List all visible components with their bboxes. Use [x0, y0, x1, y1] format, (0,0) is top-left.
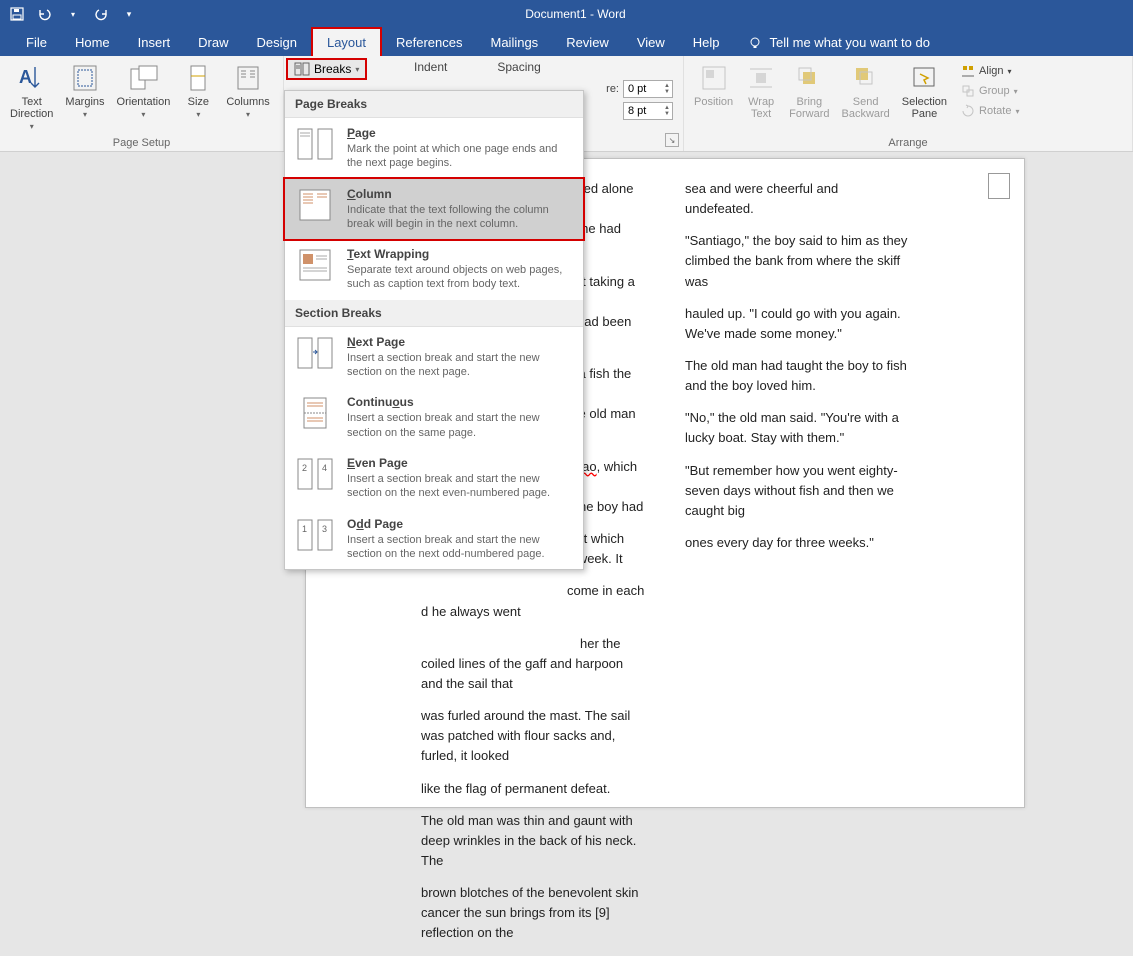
spinner-arrows-icon[interactable]: ▲▼ [664, 83, 670, 95]
undo-dropdown-icon[interactable]: ▾ [64, 5, 82, 23]
columns-button[interactable]: Columns ▾ [224, 60, 271, 121]
align-button[interactable]: Align ▾ [957, 62, 1023, 80]
rotate-button: Rotate ▾ [957, 102, 1023, 120]
section-breaks-header: Section Breaks [285, 300, 583, 327]
svg-text:A: A [19, 67, 32, 87]
svg-text:2: 2 [302, 463, 307, 473]
svg-text:1: 1 [302, 524, 307, 534]
breaks-dropdown: Page Breaks Page Mark the point at which… [284, 90, 584, 570]
text-direction-button[interactable]: A Text Direction ▾ [8, 60, 55, 133]
qat-customize-icon[interactable]: ▾ [120, 5, 138, 23]
spacing-before-label: re: [606, 83, 619, 95]
tab-home[interactable]: Home [61, 29, 124, 56]
next-page-break-icon [295, 335, 335, 371]
paragraph-dialog-launcher[interactable]: ↘ [665, 133, 679, 147]
text-wrapping-break-icon [295, 247, 335, 283]
page-break-icon [295, 126, 335, 162]
size-button[interactable]: Size ▾ [180, 60, 216, 121]
chevron-down-icon: ▾ [196, 110, 200, 119]
text-wrapping-break-title: Text Wrapping [347, 247, 573, 261]
chevron-down-icon: ▾ [83, 110, 87, 119]
tab-design[interactable]: Design [243, 29, 311, 56]
svg-text:3: 3 [322, 524, 327, 534]
tab-draw[interactable]: Draw [184, 29, 242, 56]
odd-page-break-icon: 13 [295, 517, 335, 553]
chevron-down-icon: ▾ [246, 110, 250, 119]
position-button: Position [692, 60, 735, 110]
page-breaks-header: Page Breaks [285, 91, 583, 118]
group-label-arrange: Arrange [692, 135, 1124, 149]
page-break-title: Page [347, 126, 573, 140]
group-page-setup: A Text Direction ▾ Margins ▾ Orientation… [0, 56, 284, 151]
document-title: Document1 - Word [138, 7, 1013, 21]
tab-mailings[interactable]: Mailings [477, 29, 553, 56]
ribbon-tabs: File Home Insert Draw Design Layout Refe… [0, 28, 1133, 56]
break-continuous-item[interactable]: Continuous Insert a section break and st… [285, 387, 583, 448]
tab-insert[interactable]: Insert [124, 29, 185, 56]
indent-label: Indent [414, 60, 447, 74]
redo-icon[interactable] [92, 5, 110, 23]
lightbulb-icon [748, 36, 762, 50]
tab-references[interactable]: References [382, 29, 476, 56]
break-next-page-item[interactable]: Next Page Insert a section break and sta… [285, 327, 583, 388]
spacing-after-input[interactable]: 8 pt▲▼ [623, 102, 673, 120]
column-break-icon [295, 187, 335, 223]
tell-me-search[interactable]: Tell me what you want to do [734, 29, 944, 56]
break-even-page-item[interactable]: 24 Even Page Insert a section break and … [285, 448, 583, 509]
tab-file[interactable]: File [12, 29, 61, 56]
title-bar: ▾ ▾ Document1 - Word [0, 0, 1133, 28]
send-backward-button: Send Backward [839, 60, 891, 122]
spacing-label: Spacing [497, 60, 540, 74]
column-break-title: Column [347, 187, 573, 201]
svg-text:4: 4 [322, 463, 327, 473]
page-corner-mark [988, 173, 1010, 199]
continuous-break-title: Continuous [347, 395, 573, 409]
break-page-item[interactable]: Page Mark the point at which one page en… [285, 118, 583, 179]
selection-pane-button[interactable]: Selection Pane [900, 60, 949, 122]
margins-button[interactable]: Margins ▾ [63, 60, 106, 121]
rotate-icon [961, 104, 975, 118]
tab-view[interactable]: View [623, 29, 679, 56]
align-icon [961, 64, 975, 78]
group-button: Group ▾ [957, 82, 1023, 100]
chevron-down-icon: ▾ [30, 122, 34, 131]
quick-access-toolbar: ▾ ▾ [0, 5, 138, 23]
next-page-break-title: Next Page [347, 335, 573, 349]
tab-review[interactable]: Review [552, 29, 623, 56]
break-text-wrapping-item[interactable]: Text Wrapping Separate text around objec… [285, 239, 583, 300]
group-arrange: Position Wrap Text Bring Forward Send Ba… [684, 56, 1133, 151]
odd-page-break-title: Odd Page [347, 517, 573, 531]
even-page-break-title: Even Page [347, 456, 573, 470]
orientation-button[interactable]: Orientation ▾ [115, 60, 173, 121]
column-right: sea and were cheerful and undefeated. "S… [685, 179, 909, 956]
continuous-break-icon [295, 395, 335, 431]
spinner-arrows-icon[interactable]: ▲▼ [664, 105, 670, 117]
tab-help[interactable]: Help [679, 29, 734, 56]
group-label-page-setup: Page Setup [8, 135, 275, 149]
save-icon[interactable] [8, 5, 26, 23]
group-icon [961, 84, 975, 98]
undo-icon[interactable] [36, 5, 54, 23]
break-column-item[interactable]: Column Indicate that the text following … [283, 177, 585, 242]
wrap-text-button: Wrap Text [743, 60, 779, 122]
chevron-down-icon: ▾ [141, 110, 145, 119]
break-odd-page-item[interactable]: 13 Odd Page Insert a section break and s… [285, 509, 583, 570]
spacing-before-input[interactable]: 0 pt▲▼ [623, 80, 673, 98]
even-page-break-icon: 24 [295, 456, 335, 492]
tab-layout[interactable]: Layout [311, 27, 382, 56]
bring-forward-button: Bring Forward [787, 60, 831, 122]
